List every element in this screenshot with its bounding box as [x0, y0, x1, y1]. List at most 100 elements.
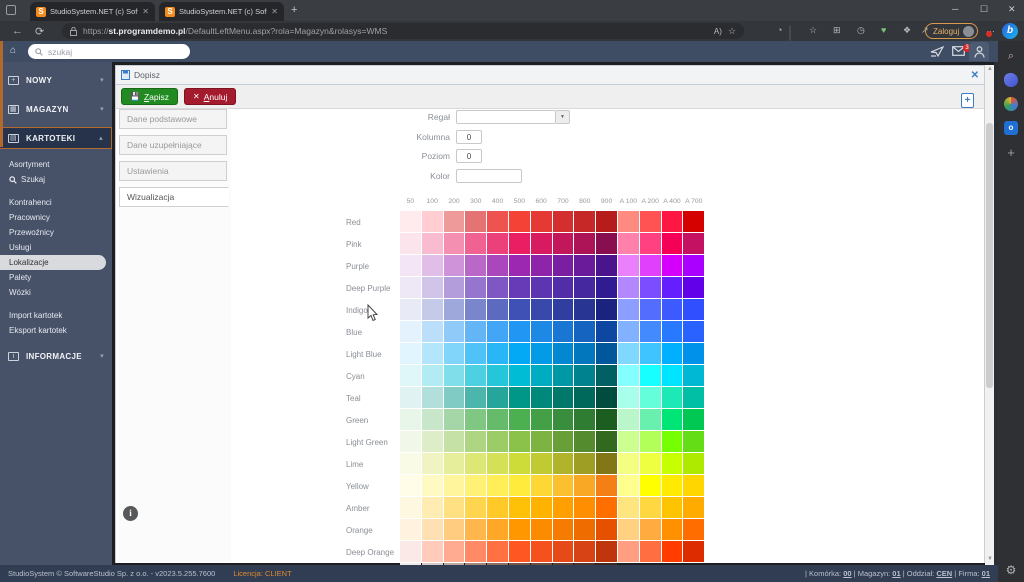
swatch-light-blue-300[interactable]	[465, 343, 486, 364]
window-close-button[interactable]: ✕	[1008, 4, 1016, 15]
swatch-teal-900[interactable]	[596, 387, 617, 408]
swatch-cyan-900[interactable]	[596, 365, 617, 386]
swatch-light-blue-700[interactable]	[553, 343, 574, 364]
swatch-lime-500[interactable]	[509, 453, 530, 474]
swatch-light-green-100[interactable]	[422, 431, 443, 452]
swatch-purple-200[interactable]	[444, 255, 465, 276]
swatch-cyan-A200[interactable]	[640, 365, 661, 386]
swatch-deep-orange-A400[interactable]	[662, 541, 683, 562]
swatch-purple-500[interactable]	[509, 255, 530, 276]
swatch-yellow-50[interactable]	[400, 475, 421, 496]
swatch-green-200[interactable]	[444, 409, 465, 430]
swatch-lime-800[interactable]	[574, 453, 595, 474]
swatch-indigo-800[interactable]	[574, 299, 595, 320]
swatch-lime-700[interactable]	[553, 453, 574, 474]
swatch-blue-A100[interactable]	[618, 321, 639, 342]
swatch-orange-300[interactable]	[465, 519, 486, 540]
favorites-bar-icon[interactable]: ☆	[809, 25, 817, 36]
swatch-purple-A100[interactable]	[618, 255, 639, 276]
favorite-star-icon[interactable]: ☆	[728, 26, 736, 37]
swatch-indigo-A700[interactable]	[683, 299, 704, 320]
swatch-teal-300[interactable]	[465, 387, 486, 408]
swatch-light-blue-200[interactable]	[444, 343, 465, 364]
swatch-teal-600[interactable]	[531, 387, 552, 408]
sidebar-search-icon[interactable]: ⌕	[1004, 49, 1018, 63]
swatch-blue-A400[interactable]	[662, 321, 683, 342]
bing-sidebar-icon[interactable]: b	[1002, 23, 1018, 39]
swatch-amber-A100[interactable]	[618, 497, 639, 518]
swatch-orange-400[interactable]	[487, 519, 508, 540]
home-icon[interactable]: ⌂	[10, 45, 16, 56]
scroll-down-icon[interactable]: ▼	[986, 556, 994, 562]
swatch-cyan-A100[interactable]	[618, 365, 639, 386]
tab-actions-icon[interactable]	[6, 5, 16, 15]
sidebar-section-informacje[interactable]: iINFORMACJE▾	[0, 345, 112, 367]
swatch-light-blue-A200[interactable]	[640, 343, 661, 364]
swatch-deep-orange-A200[interactable]	[640, 541, 661, 562]
swatch-amber-900[interactable]	[596, 497, 617, 518]
swatch-red-700[interactable]	[553, 211, 574, 232]
swatch-deep-purple-700[interactable]	[553, 277, 574, 298]
swatch-amber-A200[interactable]	[640, 497, 661, 518]
swatch-green-300[interactable]	[465, 409, 486, 430]
swatch-red-A100[interactable]	[618, 211, 639, 232]
swatch-green-A700[interactable]	[683, 409, 704, 430]
swatch-teal-A100[interactable]	[618, 387, 639, 408]
swatch-pink-700[interactable]	[553, 233, 574, 254]
swatch-teal-100[interactable]	[422, 387, 443, 408]
swatch-indigo-100[interactable]	[422, 299, 443, 320]
cancel-button[interactable]: ✕ Anuluj	[184, 88, 236, 105]
sidebar-item-palety[interactable]: Palety	[0, 270, 112, 285]
window-maximize-button[interactable]: ☐	[980, 4, 988, 15]
swatch-light-green-900[interactable]	[596, 431, 617, 452]
swatch-orange-700[interactable]	[553, 519, 574, 540]
swatch-blue-500[interactable]	[509, 321, 530, 342]
sidebar-settings-gear-icon[interactable]: ⚙	[1000, 563, 1022, 577]
swatch-red-900[interactable]	[596, 211, 617, 232]
new-tab-button[interactable]: +	[291, 4, 297, 16]
swatch-teal-A200[interactable]	[640, 387, 661, 408]
swatch-purple-900[interactable]	[596, 255, 617, 276]
regal-dropdown[interactable]: ▼	[456, 110, 570, 124]
swatch-light-blue-800[interactable]	[574, 343, 595, 364]
read-aloud-icon[interactable]: A)	[714, 27, 722, 36]
swatch-green-700[interactable]	[553, 409, 574, 430]
swatch-deep-orange-600[interactable]	[531, 541, 552, 562]
swatch-green-500[interactable]	[509, 409, 530, 430]
swatch-amber-A700[interactable]	[683, 497, 704, 518]
sidebar-item-pracownicy[interactable]: Pracownicy	[0, 210, 112, 225]
swatch-pink-A400[interactable]	[662, 233, 683, 254]
swatch-yellow-A400[interactable]	[662, 475, 683, 496]
swatch-deep-orange-A100[interactable]	[618, 541, 639, 562]
swatch-teal-50[interactable]	[400, 387, 421, 408]
swatch-cyan-A400[interactable]	[662, 365, 683, 386]
sidebar-item-import-kartotek[interactable]: Import kartotek	[0, 308, 112, 323]
swatch-yellow-800[interactable]	[574, 475, 595, 496]
swatch-light-green-600[interactable]	[531, 431, 552, 452]
sidebar-item-asortyment[interactable]: Asortyment	[0, 157, 112, 172]
swatch-pink-500[interactable]	[509, 233, 530, 254]
swatch-purple-A200[interactable]	[640, 255, 661, 276]
swatch-light-green-700[interactable]	[553, 431, 574, 452]
swatch-lime-50[interactable]	[400, 453, 421, 474]
swatch-deep-orange-900[interactable]	[596, 541, 617, 562]
swatch-light-green-500[interactable]	[509, 431, 530, 452]
swatch-yellow-600[interactable]	[531, 475, 552, 496]
swatch-orange-A100[interactable]	[618, 519, 639, 540]
swatch-cyan-600[interactable]	[531, 365, 552, 386]
swatch-lime-400[interactable]	[487, 453, 508, 474]
swatch-deep-orange-50[interactable]	[400, 541, 421, 562]
window-minimize-button[interactable]: ─	[952, 4, 958, 14]
swatch-light-green-A100[interactable]	[618, 431, 639, 452]
swatch-light-green-800[interactable]	[574, 431, 595, 452]
swatch-green-600[interactable]	[531, 409, 552, 430]
swatch-light-blue-600[interactable]	[531, 343, 552, 364]
browser-essentials-icon[interactable]: ♥	[881, 25, 886, 35]
swatch-pink-400[interactable]	[487, 233, 508, 254]
sidebar-item-przewo-nicy[interactable]: Przewoźnicy	[0, 225, 112, 240]
dialog-tab-dane-podstawowe[interactable]: Dane podstawowe	[119, 109, 227, 129]
swatch-red-100[interactable]	[422, 211, 443, 232]
browser-tab-1[interactable]: S StudioSystem.NET (c) SoftwareSt ✕	[30, 2, 155, 21]
swatch-indigo-500[interactable]	[509, 299, 530, 320]
swatch-green-A400[interactable]	[662, 409, 683, 430]
